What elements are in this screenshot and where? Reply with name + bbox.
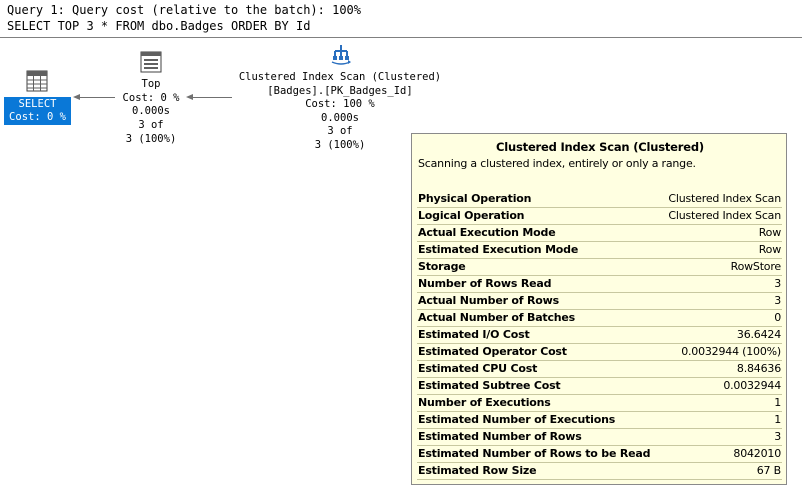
tooltip-property-row: Logical Operation Clustered Index Scan <box>417 208 782 225</box>
select-node-cost: Cost: 0 % <box>9 111 66 123</box>
top-operator-icon <box>140 51 162 73</box>
tooltip-property-row: Estimated Row Size 67 B <box>417 463 782 480</box>
tooltip-property-value: 0.0032944 <box>723 379 781 392</box>
clustered-index-scan-icon <box>331 45 351 65</box>
tooltip-property-name: Estimated Operator Cost <box>418 345 567 358</box>
tooltip-property-name: Estimated Row Size <box>418 464 537 477</box>
tooltip-property-name: Estimated I/O Cost <box>418 328 530 341</box>
tooltip-property-name: Physical Operation <box>418 192 532 205</box>
tooltip-property-row: Number of Rows Read 3 <box>417 276 782 293</box>
tooltip-property-row: Actual Number of Batches 0 <box>417 310 782 327</box>
tooltip-property-name: Logical Operation <box>418 209 525 222</box>
tooltip-property-name: Actual Number of Rows <box>418 294 559 307</box>
tooltip-property-row: Estimated Operator Cost 0.0032944 (100%) <box>417 344 782 361</box>
tooltip-property-row: Estimated Number of Rows to be Read 80420… <box>417 446 782 463</box>
tooltip-property-name: Estimated Number of Executions <box>418 413 616 426</box>
tooltip-property-value: 1 <box>774 396 781 409</box>
tooltip-property-row: Estimated Number of Rows 3 <box>417 429 782 446</box>
top-node-pct: 3 (100%) <box>125 133 177 145</box>
tooltip-property-name: Number of Rows Read <box>418 277 552 290</box>
tooltip-properties-list: Physical Operation Clustered Index Scan Lo… <box>417 191 782 480</box>
tooltip-property-row: Estimated I/O Cost 36.6424 <box>417 327 782 344</box>
tooltip-property-name: Number of Executions <box>418 396 551 409</box>
tooltip-property-value: 3 <box>774 430 781 443</box>
tooltip-property-row: Estimated CPU Cost 8.84636 <box>417 361 782 378</box>
tooltip-property-row: Actual Number of Rows 3 <box>417 293 782 310</box>
top-node-time: 0.000s <box>132 105 170 117</box>
tooltip-property-row: Physical Operation Clustered Index Scan <box>417 191 782 208</box>
tooltip-property-value: 36.6424 <box>736 328 781 341</box>
query-text-line[interactable]: SELECT TOP 3 * FROM dbo.Badges ORDER BY … <box>7 19 310 33</box>
tooltip-property-value: Clustered Index Scan <box>668 209 781 222</box>
tooltip-property-row: Number of Executions 1 <box>417 395 782 412</box>
tooltip-property-value: 0.0032944 (100%) <box>681 345 781 358</box>
scan-node-time: 0.000s <box>321 112 359 124</box>
tooltip-property-row: Estimated Execution Mode Row <box>417 242 782 259</box>
tooltip-description: Scanning a clustered index, entirely or … <box>418 157 696 170</box>
tooltip-property-row: Estimated Subtree Cost 0.0032944 <box>417 378 782 395</box>
tooltip-property-value: Row <box>758 243 781 256</box>
tooltip-property-name: Actual Number of Batches <box>418 311 576 324</box>
tooltip-property-value: 8.84636 <box>736 362 781 375</box>
tooltip-property-name: Actual Execution Mode <box>418 226 556 239</box>
select-node-label: SELECT <box>18 98 57 110</box>
tooltip-property-row: Storage RowStore <box>417 259 782 276</box>
tooltip-property-value: 8042010 <box>733 447 781 460</box>
tooltip-property-value: 67 B <box>756 464 781 477</box>
tooltip-title: Clustered Index Scan (Clustered) <box>496 140 704 154</box>
query-header: Query 1: Query cost (relative to the bat… <box>0 0 802 38</box>
tooltip-property-value: RowStore <box>730 260 782 273</box>
tooltip-property-value: 1 <box>774 413 781 426</box>
tooltip-property-name: Estimated Number of Rows to be Read <box>418 447 651 460</box>
select-node-selection[interactable]: SELECT Cost: 0 % <box>4 97 71 125</box>
tooltip-property-name: Estimated Subtree Cost <box>418 379 561 392</box>
query-cost-line: Query 1: Query cost (relative to the bat… <box>7 3 362 17</box>
select-result-icon <box>26 70 48 92</box>
operator-properties-tooltip: Clustered Index Scan (Clustered) Scannin… <box>411 133 787 485</box>
top-node-cost: Cost: 0 % <box>122 92 180 104</box>
tooltip-property-value: 0 <box>774 311 781 324</box>
tooltip-property-value: Clustered Index Scan <box>668 192 781 205</box>
tooltip-property-name: Estimated Number of Rows <box>418 430 582 443</box>
arrow-top-to-select <box>79 97 115 98</box>
tooltip-property-row: Actual Execution Mode Row <box>417 225 782 242</box>
top-node-label: Top <box>141 78 161 90</box>
scan-node-object: [Badges].[PK_Badges_Id] <box>267 85 413 97</box>
tooltip-property-value: Row <box>758 226 781 239</box>
tooltip-property-name: Estimated Execution Mode <box>418 243 579 256</box>
top-node-rows: 3 of <box>138 119 164 131</box>
tooltip-property-name: Estimated CPU Cost <box>418 362 538 375</box>
tooltip-property-row: Estimated Number of Executions 1 <box>417 412 782 429</box>
tooltip-property-value: 3 <box>774 294 781 307</box>
arrow-scan-to-top <box>192 97 232 98</box>
tooltip-property-name: Storage <box>418 260 466 273</box>
tooltip-property-value: 3 <box>774 277 781 290</box>
scan-node-label: Clustered Index Scan (Clustered) <box>238 71 442 83</box>
scan-node-cost: Cost: 100 % <box>305 98 375 110</box>
